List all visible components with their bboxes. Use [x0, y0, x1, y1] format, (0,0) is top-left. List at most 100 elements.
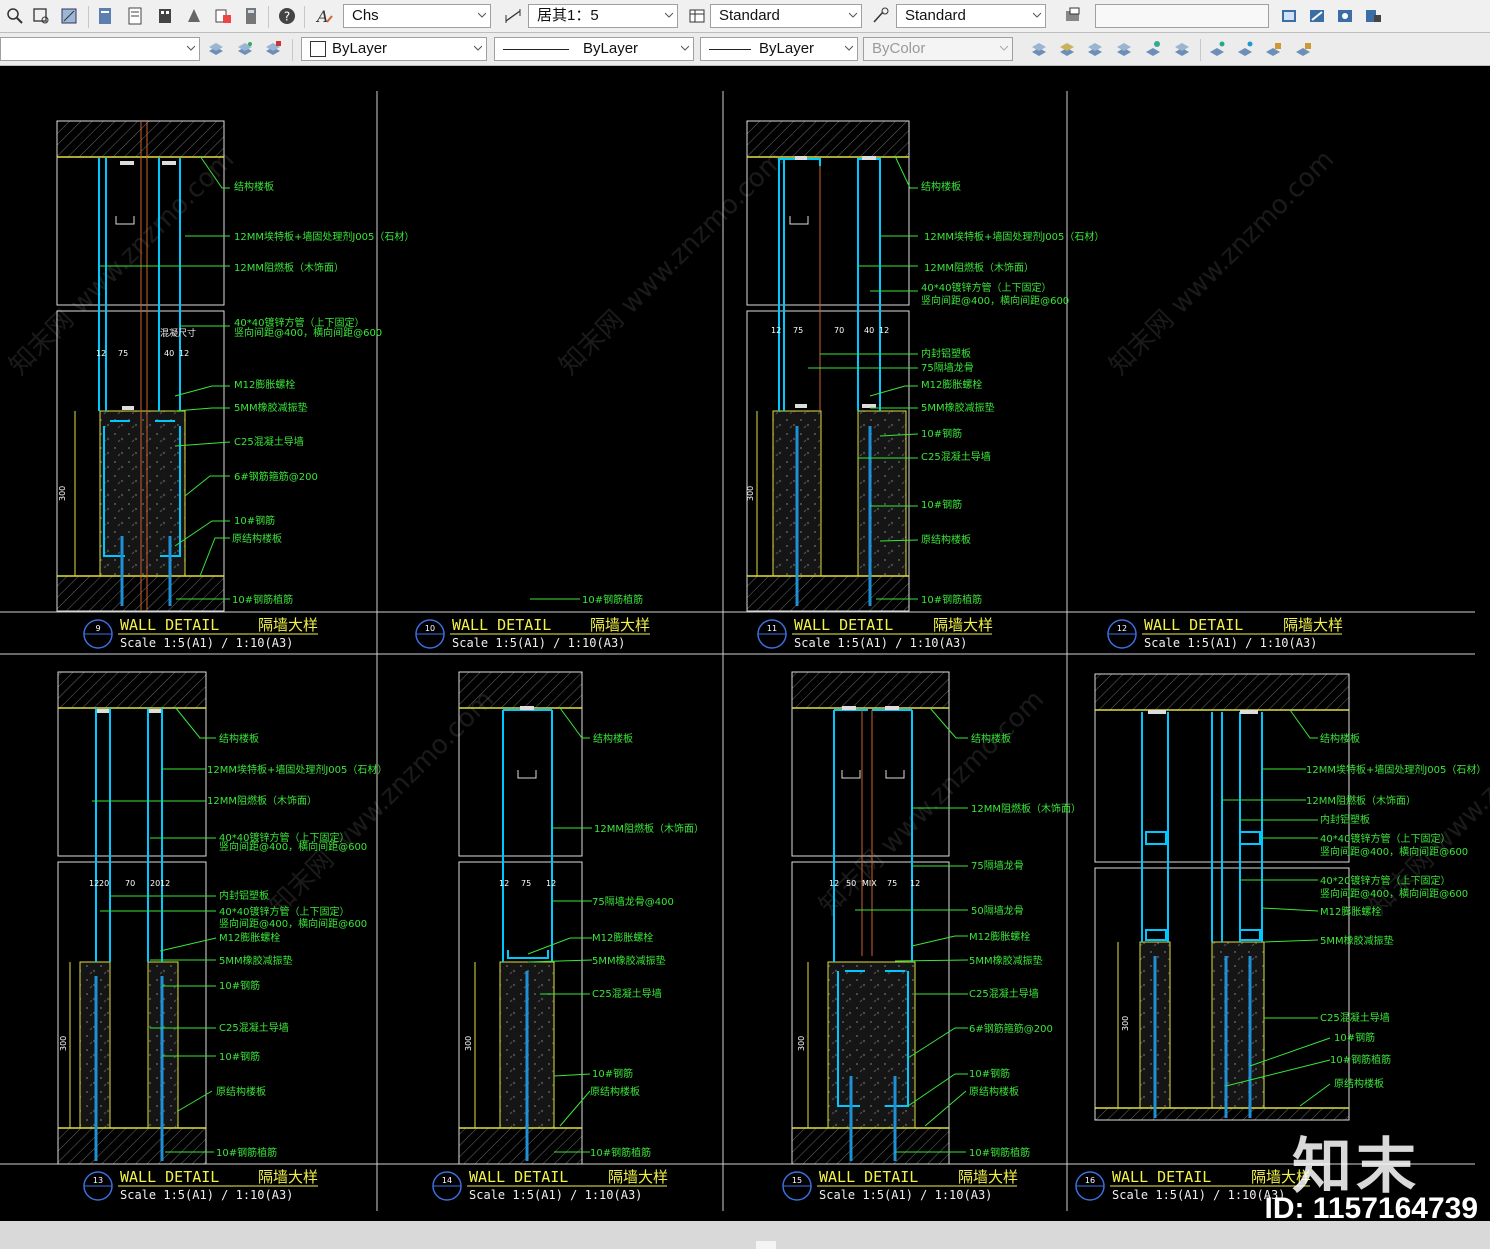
- title-block-15: 15 WALL DETAIL 隔墙大样 Scale 1:5(A1) / 1:10…: [782, 1168, 1018, 1202]
- detail-11: 300 12 75 70 40 12 结构楼板 12MM埃特板+墙固处理剂J00…: [746, 120, 1104, 612]
- dim-text: 12: [546, 879, 556, 888]
- callout-label: 10#钢筋: [921, 427, 962, 440]
- layer-state-icon[interactable]: [234, 38, 256, 60]
- callout-label: 12MM阻燃板（木饰面）: [924, 261, 1034, 274]
- title-block-11: 11 WALL DETAIL 隔墙大样 Scale 1:5(A1) / 1:10…: [757, 616, 993, 650]
- dim-text: 300: [797, 1036, 806, 1051]
- dim-text: 12: [499, 879, 509, 888]
- table-style-icon[interactable]: [686, 5, 708, 27]
- detail-title: WALL DETAIL: [1144, 616, 1243, 634]
- callout-label: C25混凝土导墙: [921, 450, 991, 463]
- callout-label: 5MM橡胶减振垫: [969, 954, 1043, 967]
- zoom-window-icon[interactable]: [4, 5, 26, 27]
- detail-number: 15: [792, 1176, 802, 1185]
- linetype-select[interactable]: ByLayer: [494, 37, 694, 61]
- linetype-preview: [503, 48, 569, 50]
- callout-label: 10#钢筋植筋: [921, 593, 982, 606]
- status-bar: [0, 1221, 1490, 1249]
- lineweight-select[interactable]: ByLayer: [700, 37, 858, 61]
- tool-palettes-icon[interactable]: [154, 5, 176, 27]
- multileader-style-icon[interactable]: [870, 5, 892, 27]
- detail-number: 12: [1117, 624, 1127, 633]
- dim-text: 50: [846, 879, 856, 888]
- detail-title-cn: 隔墙大样: [933, 616, 993, 634]
- callout-label: 10#钢筋: [1334, 1031, 1375, 1044]
- callout-label: 10#钢筋植筋: [232, 593, 293, 606]
- lineweight-value: ByLayer: [759, 40, 815, 57]
- callout-label: 结构楼板: [1320, 732, 1360, 745]
- detail-scale: Scale 1:5(A1) / 1:10(A3): [452, 636, 625, 650]
- layer-on-icon[interactable]: [1206, 38, 1228, 60]
- callout-label: M12膨胀螺栓: [921, 378, 982, 391]
- callout-label: 6#钢筋箍筋@200: [969, 1022, 1053, 1035]
- dim-text: 20: [150, 879, 160, 888]
- help-icon[interactable]: ?: [276, 5, 298, 27]
- viewport-clip-icon[interactable]: [1306, 5, 1328, 27]
- text-style-select[interactable]: Chs: [343, 4, 491, 28]
- callout-label: 内封铝塑板: [1320, 813, 1370, 826]
- detail-9: 300 12 75 40 12 混凝尺寸 结构楼板 12MM埃特板+墙固处理剂J…: [56, 120, 414, 612]
- properties-icon[interactable]: [94, 5, 116, 27]
- callout-label: C25混凝土导墙: [234, 435, 304, 448]
- calculator-icon[interactable]: [240, 5, 262, 27]
- callout-label: 10#钢筋植筋: [1330, 1053, 1391, 1066]
- layer-off-icon[interactable]: [1084, 38, 1106, 60]
- layer-merge-icon[interactable]: [1171, 38, 1193, 60]
- viewport-lock-icon[interactable]: [1362, 5, 1384, 27]
- layer-previous-icon[interactable]: [205, 38, 227, 60]
- svg-text:A: A: [315, 7, 329, 26]
- design-center-icon[interactable]: [124, 5, 146, 27]
- dim-text: 12: [910, 879, 920, 888]
- dim-text: 75: [793, 326, 803, 335]
- callout-label: 12MM埃特板+墙固处理剂J005（石材）: [924, 230, 1104, 243]
- markup-icon[interactable]: [212, 5, 234, 27]
- plot-icon[interactable]: [1062, 5, 1084, 27]
- detail-scale: Scale 1:5(A1) / 1:10(A3): [120, 1188, 293, 1202]
- text-style-icon[interactable]: A: [314, 5, 336, 27]
- callout-label: 12MM阻燃板（木饰面）: [234, 261, 344, 274]
- scroll-thumb[interactable]: [756, 1241, 776, 1249]
- drawing-canvas[interactable]: 知末网 www.znzmo.com 知末网 www.znzmo.com 知末网 …: [0, 66, 1490, 1221]
- dim-text: 12: [879, 326, 889, 335]
- table-style-select[interactable]: Standard: [710, 4, 862, 28]
- layer-unisolate-icon[interactable]: [1056, 38, 1078, 60]
- layer-match-icon[interactable]: [262, 38, 284, 60]
- callout-label: 12MM埃特板+墙固处理剂J005（石材）: [1306, 763, 1486, 776]
- callout-label: 50隔墙龙骨: [971, 904, 1024, 917]
- search-input[interactable]: [1095, 4, 1269, 28]
- sheet-set-icon[interactable]: [183, 5, 205, 27]
- layer-isolate-icon[interactable]: [1028, 38, 1050, 60]
- dim-style-select[interactable]: 居其1：5: [528, 4, 678, 28]
- callout-label: 10#钢筋植筋: [590, 1146, 651, 1159]
- zoom-extents-icon[interactable]: [30, 5, 52, 27]
- dim-text: 75: [521, 879, 531, 888]
- detail-title-cn: 隔墙大样: [590, 616, 650, 634]
- detail-title: WALL DETAIL: [819, 1168, 918, 1186]
- layer-unlock-icon[interactable]: [1292, 38, 1314, 60]
- layer-thaw-icon[interactable]: [1234, 38, 1256, 60]
- callout-label: 40*20镀锌方管（上下固定）: [1320, 874, 1450, 887]
- callout-label: 结构楼板: [219, 732, 259, 745]
- callout-label: C25混凝土导墙: [969, 987, 1039, 1000]
- multileader-style-select[interactable]: Standard: [896, 4, 1046, 28]
- layer-select[interactable]: [0, 37, 200, 61]
- detail-title-cn: 隔墙大样: [608, 1168, 668, 1186]
- dim-style-icon[interactable]: [502, 5, 524, 27]
- detail-title: WALL DETAIL: [120, 616, 219, 634]
- detail-scale: Scale 1:5(A1) / 1:10(A3): [1144, 636, 1317, 650]
- callout-label: 40*40镀锌方管（上下固定）: [1320, 832, 1450, 845]
- color-value: ByLayer: [332, 40, 388, 57]
- detail-scale: Scale 1:5(A1) / 1:10(A3): [120, 636, 293, 650]
- detail-number: 10: [425, 624, 435, 633]
- layer-walk-icon[interactable]: [1142, 38, 1164, 60]
- layer-lock-icon[interactable]: [1262, 38, 1284, 60]
- plotstyle-value: ByColor: [872, 40, 926, 57]
- color-select[interactable]: ByLayer: [301, 37, 487, 61]
- callout-label: 12MM阻燃板（木饰面）: [1306, 794, 1416, 807]
- callout-label: 10#钢筋: [969, 1067, 1010, 1080]
- detail-title: WALL DETAIL: [794, 616, 893, 634]
- viewport-scale-icon[interactable]: [1334, 5, 1356, 27]
- layer-freeze-icon[interactable]: [1113, 38, 1135, 60]
- viewport-new-icon[interactable]: [1278, 5, 1300, 27]
- zoom-previous-icon[interactable]: [58, 5, 80, 27]
